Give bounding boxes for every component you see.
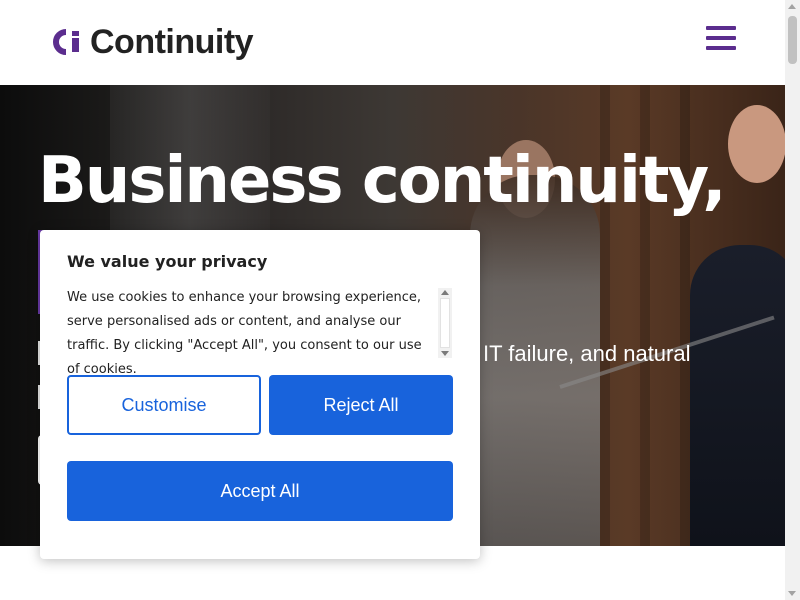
reject-all-button[interactable]: Reject All: [269, 375, 453, 435]
cookie-dialog-text: We use cookies to enhance your browsing …: [67, 290, 422, 377]
logo-text: Continuity: [90, 22, 254, 61]
cookie-consent-dialog: We value your privacy We use cookies to …: [40, 230, 480, 559]
cookie-dialog-title: We value your privacy: [67, 252, 268, 271]
hamburger-menu-icon[interactable]: [706, 26, 736, 52]
site-header: Continuity: [0, 0, 785, 85]
customise-button[interactable]: Customise: [67, 375, 261, 435]
scroll-up-arrow-icon[interactable]: [441, 290, 449, 295]
scroll-down-arrow-icon[interactable]: [441, 351, 449, 356]
cookie-text-scrollbar[interactable]: [438, 288, 452, 358]
hero-subtitle: IT failure, and natural: [483, 341, 691, 366]
accept-all-button[interactable]: Accept All: [67, 461, 453, 521]
hero-title: Business continuity,: [38, 144, 727, 218]
site-logo[interactable]: Continuity: [48, 22, 254, 62]
hero-person-man: [690, 245, 785, 546]
scroll-thumb[interactable]: [440, 298, 450, 348]
scroll-up-arrow-icon[interactable]: [788, 4, 796, 9]
scroll-down-arrow-icon[interactable]: [788, 591, 796, 596]
ci-logo-mark-icon: [53, 29, 79, 55]
page-scrollbar[interactable]: [785, 0, 800, 600]
scroll-thumb[interactable]: [788, 16, 797, 64]
hero-person-man-head: [728, 105, 785, 183]
